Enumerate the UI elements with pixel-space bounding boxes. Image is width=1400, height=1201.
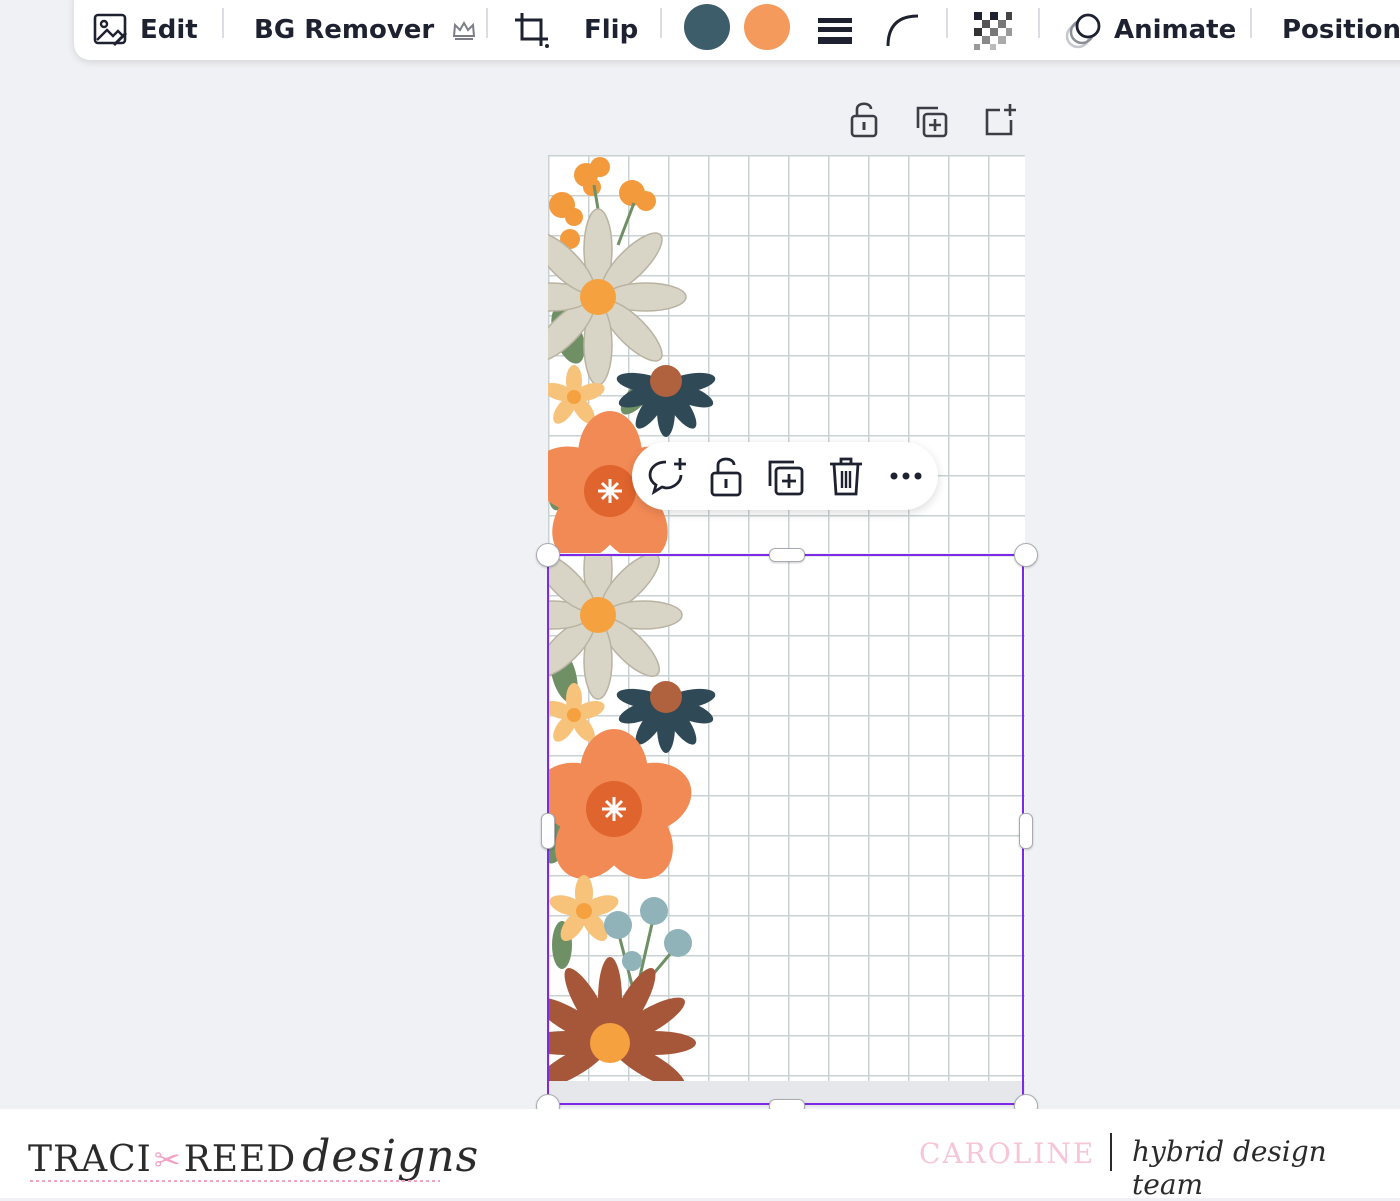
selection-frame — [547, 554, 1024, 1105]
corner-rounding-icon — [886, 14, 919, 47]
duplicate-icon — [768, 460, 804, 496]
duplicate-element-button[interactable] — [764, 454, 808, 498]
editor-toolbar: Edit BG Remover Flip Animate Position — [74, 0, 1400, 60]
add-comment-button[interactable] — [644, 454, 688, 498]
crown-icon — [453, 20, 476, 40]
animate-button[interactable]: Animate — [1064, 0, 1236, 60]
footer-banner: TRACI ✂ REED designs CAROLINE hybrid des… — [0, 1109, 1400, 1201]
flip-label: Flip — [584, 15, 639, 45]
page-lock-button[interactable] — [846, 100, 882, 140]
edit-label: Edit — [140, 15, 198, 45]
flip-button[interactable]: Flip — [584, 0, 638, 60]
unlock-icon — [710, 457, 742, 497]
more-options-button[interactable] — [884, 454, 928, 498]
border-style-button[interactable] — [816, 0, 854, 60]
resize-handle-left[interactable] — [541, 813, 555, 849]
add-page-icon — [985, 104, 1016, 136]
toolbar-divider — [486, 8, 488, 38]
footer-divider — [1110, 1133, 1112, 1171]
border-style-icon — [818, 18, 852, 44]
brand-logo: TRACI ✂ REED designs — [28, 1131, 480, 1182]
resize-handle-right[interactable] — [1019, 813, 1033, 849]
edit-image-icon — [93, 13, 128, 47]
brand-name-first: TRACI — [28, 1139, 152, 1180]
crop-button[interactable] — [512, 0, 552, 60]
position-label: Position — [1282, 15, 1400, 45]
toolbar-divider — [222, 8, 224, 38]
designer-name: CAROLINE — [919, 1137, 1096, 1170]
more-icon — [890, 472, 922, 480]
toolbar-divider — [1250, 8, 1252, 38]
duplicate-page-icon — [916, 106, 948, 138]
position-button[interactable]: Position — [1282, 0, 1400, 60]
bg-remover-label: BG Remover — [254, 15, 435, 45]
element-context-menu — [632, 442, 938, 510]
add-page-button[interactable] — [982, 100, 1018, 140]
corner-rounding-button[interactable] — [884, 0, 920, 60]
toolbar-divider — [660, 8, 662, 38]
brand-name-second: REED — [183, 1139, 297, 1180]
brand-script: designs — [302, 1131, 480, 1182]
brand-underline — [30, 1180, 440, 1182]
delete-element-button[interactable] — [824, 454, 868, 498]
animate-label: Animate — [1114, 15, 1237, 45]
transparency-button[interactable] — [972, 0, 1012, 60]
transparency-icon — [974, 12, 1012, 50]
scissors-icon: ✂ — [153, 1141, 182, 1179]
resize-handle-top-right[interactable] — [1014, 543, 1038, 567]
resize-handle-top-left[interactable] — [536, 543, 560, 567]
color-swatch-teal[interactable] — [684, 4, 730, 50]
delete-icon — [830, 457, 862, 496]
crop-icon — [515, 13, 549, 48]
team-label: hybrid design team — [1132, 1135, 1327, 1201]
page-actions — [846, 100, 1026, 140]
lock-element-button[interactable] — [704, 454, 748, 498]
resize-handle-top[interactable] — [769, 548, 805, 562]
animate-icon — [1065, 13, 1101, 49]
add-comment-icon — [648, 458, 686, 496]
unlock-icon — [850, 102, 878, 138]
color-swatch-orange[interactable] — [744, 4, 790, 50]
edit-button[interactable]: Edit — [92, 0, 198, 60]
toolbar-divider — [946, 8, 948, 38]
bg-remover-button[interactable]: BG Remover — [254, 0, 476, 60]
toolbar-divider — [1038, 8, 1040, 38]
duplicate-page-button[interactable] — [914, 100, 950, 140]
